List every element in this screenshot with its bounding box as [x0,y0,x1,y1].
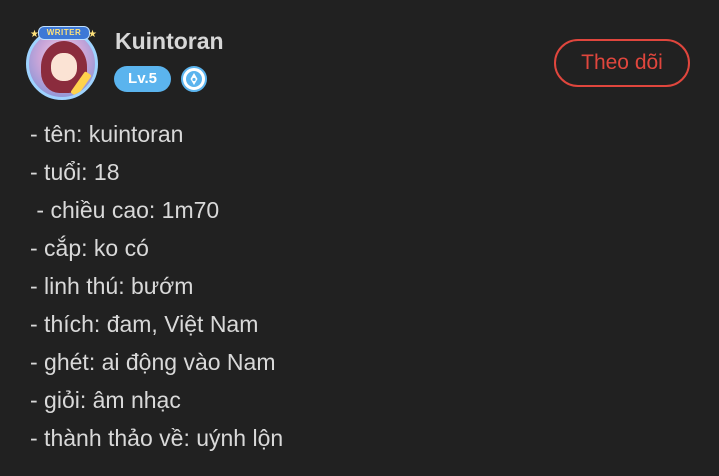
star-icon: ★ [30,29,39,40]
bio-line: - thành thảo về: uýnh lộn [30,425,284,451]
profile-name[interactable]: Kuintoran [115,28,224,55]
bio-list: - tên: kuintoran - tuổi: 18 - chiều cao:… [30,115,283,457]
avatar-face [51,53,77,81]
bio-line: - chiều cao: 1m70 [30,197,220,223]
writer-banner: WRITER [38,26,90,40]
bio-line: - cắp: ko có [30,235,149,261]
profile-card: WRITER ★ ★ Kuintoran Lv.5 Theo dõi - tên… [0,0,719,476]
bio-line: - linh thú: bướm [30,273,194,299]
follow-button[interactable]: Theo dõi [554,39,690,87]
bio-line: - tên: kuintoran [30,121,184,147]
bio-line: - ghét: ai động vào Nam [30,349,276,375]
level-badge: Lv.5 [114,66,171,92]
bio-line: - tuổi: 18 [30,159,120,185]
bio-line: - giỏi: âm nhạc [30,387,181,413]
fountain-pen-icon [181,66,207,92]
star-icon: ★ [88,29,97,40]
bio-line: - thích: đam, Việt Nam [30,311,259,337]
avatar[interactable]: WRITER ★ ★ [24,24,102,102]
